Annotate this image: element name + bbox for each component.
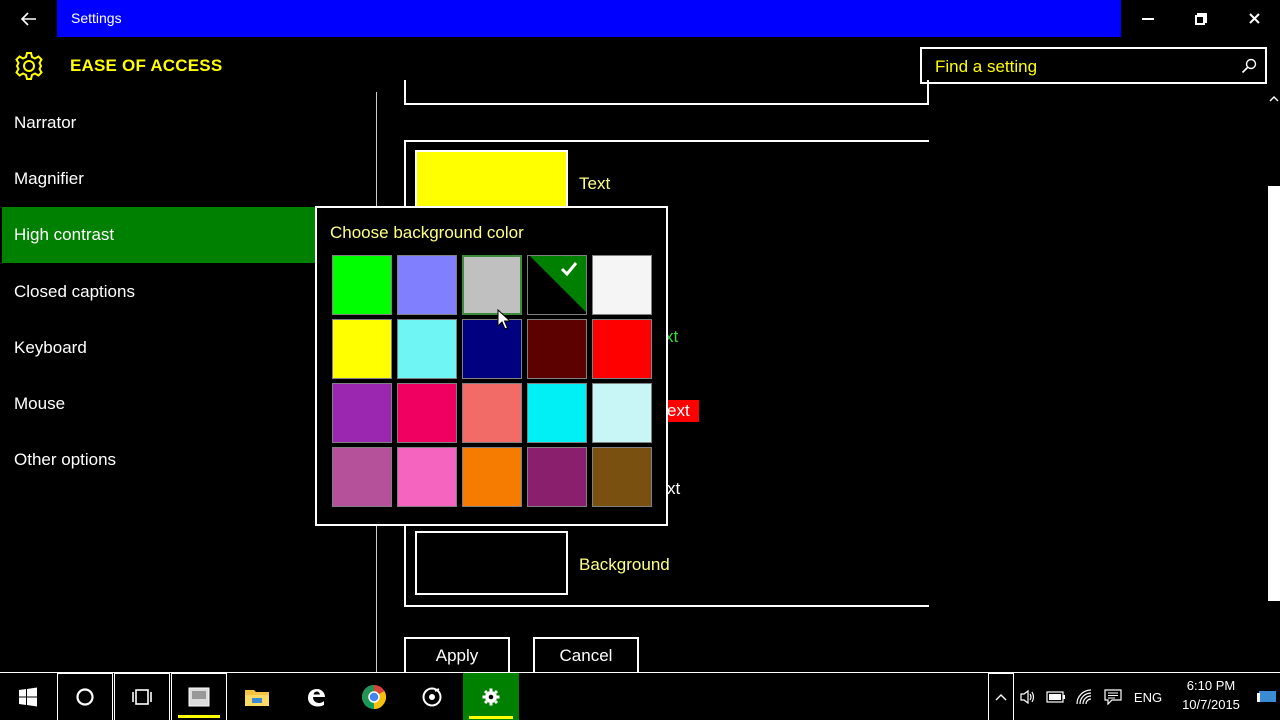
color-swatch[interactable]	[397, 319, 457, 379]
mouse-cursor-icon	[497, 309, 511, 330]
page-title: EASE OF ACCESS	[70, 56, 223, 75]
clock-time: 6:10 PM	[1186, 678, 1236, 693]
sidebar-item-label: Keyboard	[14, 338, 87, 357]
color-swatch[interactable]	[332, 255, 392, 315]
sidebar-item-label: Closed captions	[14, 282, 135, 301]
selected-text-color-label: ext	[663, 400, 699, 422]
title-bar: Settings	[0, 0, 1280, 37]
color-grid	[332, 255, 652, 507]
media-icon[interactable]	[404, 673, 460, 720]
scrollbar-thumb[interactable]	[1268, 186, 1280, 601]
settings-icon[interactable]	[463, 673, 519, 720]
minimize-button[interactable]	[1121, 0, 1175, 37]
scroll-up-icon[interactable]	[1268, 95, 1280, 105]
volume-icon[interactable]	[1015, 673, 1041, 720]
color-swatch[interactable]	[527, 383, 587, 443]
gear-icon	[14, 51, 44, 81]
sidebar-item-narrator[interactable]: Narrator	[0, 95, 316, 151]
language-indicator[interactable]: ENG	[1128, 673, 1168, 720]
color-swatch[interactable]	[332, 447, 392, 507]
app-icon[interactable]	[171, 673, 227, 720]
apply-button[interactable]: Apply	[404, 637, 510, 674]
background-color-label: Background	[579, 555, 670, 574]
theme-dropdown[interactable]	[404, 80, 929, 105]
battery-icon[interactable]	[1043, 673, 1069, 720]
color-swatch[interactable]	[592, 255, 652, 315]
color-swatch[interactable]	[397, 383, 457, 443]
show-desktop-icon[interactable]	[1254, 673, 1280, 720]
wifi-icon[interactable]	[1071, 673, 1097, 720]
search-icon[interactable]	[1241, 58, 1257, 74]
clock-date: 10/7/2015	[1182, 697, 1240, 712]
background-color-swatch[interactable]	[415, 531, 568, 595]
active-indicator	[469, 716, 513, 719]
picker-title: Choose background color	[330, 223, 524, 242]
sidebar-item-keyboard[interactable]: Keyboard	[0, 320, 316, 376]
sidebar-item-closed-captions[interactable]: Closed captions	[0, 264, 316, 320]
chrome-icon[interactable]	[346, 673, 402, 720]
search-placeholder: Find a setting	[935, 57, 1038, 76]
action-center-icon[interactable]	[1099, 673, 1127, 720]
taskbar: ENG	[0, 672, 1280, 720]
color-swatch[interactable]	[592, 319, 652, 379]
file-explorer-icon[interactable]	[229, 673, 285, 720]
cortana-icon[interactable]	[57, 673, 113, 720]
sidebar-item-label: High contrast	[14, 225, 115, 244]
sidebar-item-magnifier[interactable]: Magnifier	[0, 151, 316, 207]
sidebar-item-label: Magnifier	[14, 169, 84, 188]
color-swatch[interactable]	[462, 383, 522, 443]
edge-icon[interactable]	[288, 673, 344, 720]
sidebar-item-high-contrast[interactable]: High contrast	[2, 207, 316, 263]
show-hidden-icons[interactable]	[988, 673, 1014, 720]
checkmark-icon	[560, 262, 578, 277]
restore-button[interactable]	[1174, 0, 1228, 37]
color-swatch[interactable]	[462, 319, 522, 379]
sidebar-item-label: Mouse	[14, 394, 66, 413]
task-view-icon[interactable]	[114, 673, 170, 720]
color-swatch[interactable]	[397, 255, 457, 315]
color-swatch[interactable]	[462, 255, 522, 315]
close-button[interactable]	[1227, 0, 1280, 37]
color-swatch[interactable]	[527, 255, 587, 315]
sidebar-item-label: Narrator	[14, 113, 77, 132]
sidebar-item-mouse[interactable]: Mouse	[0, 376, 316, 432]
color-picker-popup: Choose background color	[315, 206, 668, 526]
text-color-swatch[interactable]	[415, 150, 568, 208]
color-swatch[interactable]	[462, 447, 522, 507]
clock[interactable]: 6:10 PM 10/7/2015	[1171, 676, 1251, 714]
color-swatch[interactable]	[332, 319, 392, 379]
text-color-label: Text	[579, 174, 611, 193]
color-swatch[interactable]	[527, 447, 587, 507]
button-text-color-label: xt	[667, 479, 681, 498]
sidebar-item-other-options[interactable]: Other options	[0, 432, 316, 488]
start-icon[interactable]	[0, 673, 56, 720]
window-title: Settings	[71, 10, 122, 26]
color-swatch[interactable]	[527, 319, 587, 379]
color-swatch[interactable]	[332, 383, 392, 443]
color-swatch[interactable]	[397, 447, 457, 507]
back-arrow-icon[interactable]	[0, 0, 57, 37]
search-input[interactable]: Find a setting	[920, 47, 1267, 84]
sidebar-item-label: Other options	[14, 450, 117, 469]
color-swatch[interactable]	[592, 383, 652, 443]
cancel-button[interactable]: Cancel	[533, 637, 639, 674]
title-bar-highlight	[57, 0, 1121, 37]
active-indicator	[178, 715, 220, 718]
color-swatch[interactable]	[592, 447, 652, 507]
